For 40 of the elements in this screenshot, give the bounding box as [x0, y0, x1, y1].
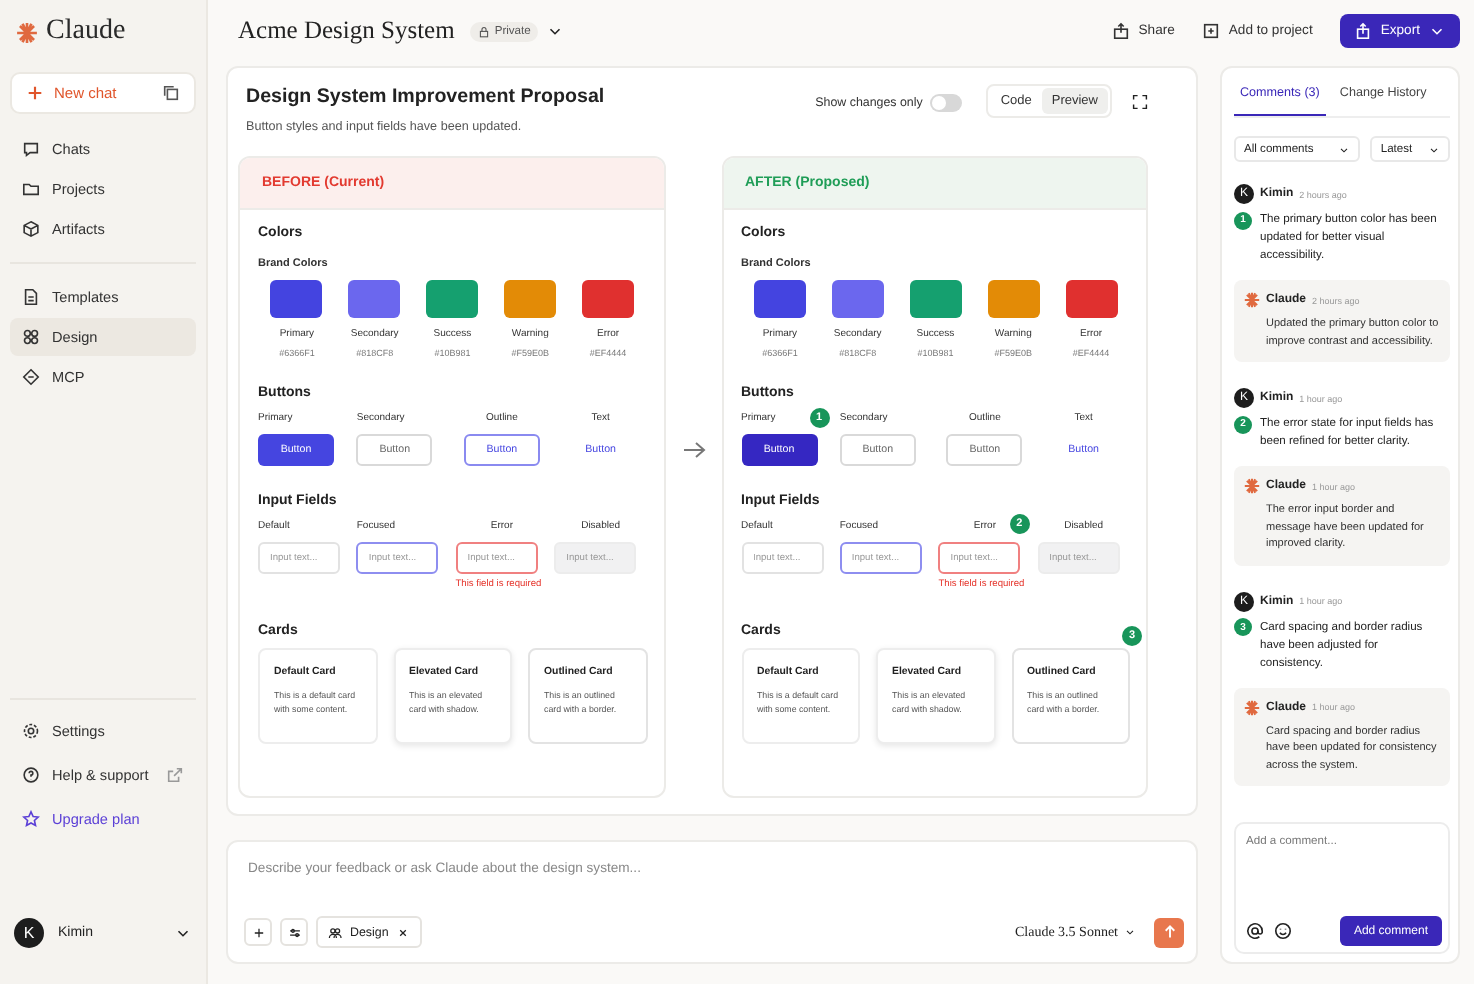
- add-to-project-icon: [1202, 22, 1221, 40]
- at-sign-icon[interactable]: [1246, 922, 1264, 940]
- arrow-up-icon: [1161, 924, 1177, 940]
- chevron-down-icon: [1338, 143, 1351, 155]
- plus-icon: [26, 84, 44, 102]
- external-link-icon: [166, 766, 184, 784]
- close-icon[interactable]: [396, 925, 411, 939]
- document-icon: [22, 288, 40, 306]
- fullscreen-icon[interactable]: [1132, 94, 1148, 110]
- chat-icon: [22, 140, 40, 158]
- copy-icon: [162, 84, 180, 102]
- share-icon: [1112, 22, 1131, 40]
- people-icon: [328, 925, 342, 939]
- logo-text: Claude: [46, 16, 126, 48]
- lock-icon: [478, 25, 491, 37]
- sliders-icon: [287, 925, 301, 939]
- starburst-icon: [1244, 292, 1260, 308]
- settings-icon: [22, 722, 40, 740]
- toggle-switch[interactable]: [930, 94, 963, 112]
- add-button[interactable]: [244, 918, 272, 946]
- diamond-icon: [22, 368, 40, 386]
- starburst-icon: [1244, 478, 1260, 494]
- folder-icon: [22, 180, 40, 198]
- upload-icon: [1354, 22, 1373, 40]
- user-avatar: K: [14, 918, 44, 948]
- help-icon: [22, 766, 40, 784]
- arrow-right-icon: [681, 440, 705, 460]
- star-icon: [22, 810, 40, 828]
- plus-icon: [251, 925, 265, 939]
- proposal-title: Design System Improvement Proposal: [246, 86, 607, 108]
- grid-icon: [22, 328, 40, 346]
- project-title: Acme Design System: [238, 16, 455, 46]
- options-button[interactable]: [280, 918, 308, 946]
- cube-icon: [22, 220, 40, 238]
- emoji-icon[interactable]: [1274, 922, 1292, 940]
- starburst-icon: [16, 21, 38, 43]
- starburst-icon: [1244, 699, 1260, 715]
- chevron-down-icon: [1124, 926, 1136, 938]
- chevron-down-icon: [1428, 143, 1440, 155]
- send-button[interactable]: [1154, 917, 1184, 947]
